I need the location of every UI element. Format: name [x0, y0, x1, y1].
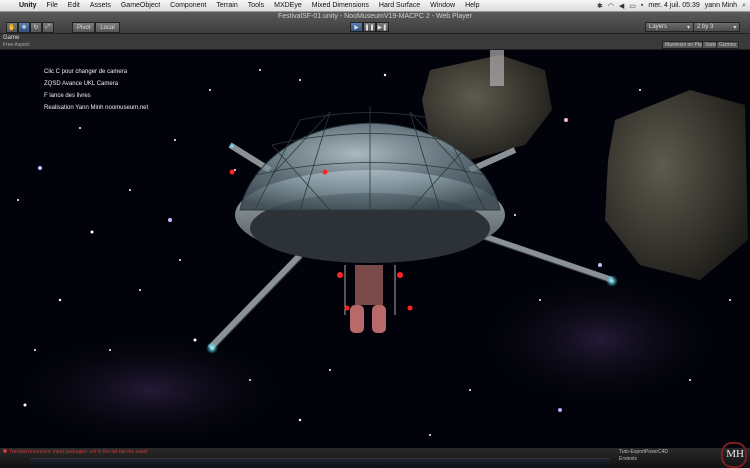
chevron-down-icon: ▾	[733, 24, 737, 31]
game-view[interactable]: Clic C pour changer de camera ZQSD Avanc…	[0, 50, 750, 448]
menu-file[interactable]: File	[42, 2, 63, 9]
menu-mxdeye[interactable]: MXDEye	[269, 2, 307, 9]
console-error[interactable]: Tracked resources: input packages: not i…	[3, 449, 148, 455]
menu-assets[interactable]: Assets	[85, 2, 116, 9]
desktop-file[interactable]: Erxtexts	[619, 456, 668, 463]
game-view-header: Game Free Aspect Maximize on Play Stats …	[0, 34, 750, 50]
hud-line: F lance des livres	[44, 93, 91, 99]
menu-tools[interactable]: Tools	[243, 2, 269, 9]
spotlight-icon[interactable]: ⌕	[742, 2, 746, 10]
mac-menu-bar: Unity File Edit Assets GameObject Compon…	[0, 0, 750, 12]
menu-help[interactable]: Help	[460, 2, 484, 9]
pause-icon[interactable]: ❚❚	[363, 22, 376, 32]
unity-toolbar: FestivalSF-01.unity - NooMuseumV19-MACPC…	[0, 12, 750, 34]
hud-line: Realisation Yann Minh noomuseum.net	[44, 105, 149, 111]
layers-label: Layers	[649, 24, 668, 30]
beacon-light	[229, 169, 235, 175]
nebula	[0, 330, 300, 448]
hud-line: Clic C pour changer de camera	[44, 69, 128, 75]
beacon-light	[322, 169, 328, 175]
dock[interactable]	[30, 458, 610, 467]
local-button[interactable]: Local	[95, 22, 120, 33]
menu-unity[interactable]: Unity	[14, 2, 42, 9]
aspect-dropdown[interactable]: Free Aspect	[3, 42, 30, 48]
menu-terrain[interactable]: Terrain	[211, 2, 242, 9]
flag-icon[interactable]: ▪	[641, 2, 643, 9]
pivot-toggles: Pivot Local	[72, 22, 120, 33]
layout-label: 2 by 3	[697, 24, 714, 30]
menu-edit[interactable]: Edit	[63, 2, 85, 9]
error-message: Tracked resources: input packages: not i…	[9, 449, 148, 455]
step-icon[interactable]: ▶❚	[376, 22, 389, 32]
user-name[interactable]: yann Minh	[705, 2, 737, 9]
menu-gameobject[interactable]: GameObject	[116, 2, 165, 9]
layers-dropdown[interactable]: Layers ▾	[645, 22, 695, 32]
error-icon	[3, 449, 7, 453]
menu-mixed-dimensions[interactable]: Mixed Dimensions	[307, 2, 374, 9]
menu-hard-surface[interactable]: Hard Surface	[374, 2, 425, 9]
battery-icon[interactable]: ▭	[629, 2, 636, 10]
transform-tools: ✋ ✚ ↻ ⤢	[6, 22, 54, 33]
volume-icon[interactable]: ◀	[619, 2, 624, 10]
desktop-files: Tuto-ExportPoserC4D Erxtexts	[619, 449, 668, 463]
scale-tool-icon[interactable]: ⤢	[42, 22, 54, 33]
tab-game[interactable]: Game	[3, 35, 19, 41]
chevron-down-icon: ▾	[687, 24, 691, 31]
menu-window[interactable]: Window	[425, 2, 460, 9]
menu-component[interactable]: Component	[165, 2, 211, 9]
rotate-tool-icon[interactable]: ↻	[30, 22, 42, 33]
gizmos-dropdown[interactable]: Gizmos	[716, 41, 739, 49]
tower	[490, 50, 504, 86]
status-bar: Tracked resources: input packages: not i…	[0, 442, 750, 468]
arm-light	[206, 342, 218, 354]
move-tool-icon[interactable]: ✚	[18, 22, 30, 33]
noomuseum-icon	[721, 442, 747, 468]
play-icon[interactable]: ▶	[350, 22, 363, 32]
wifi-icon[interactable]: ◠	[608, 2, 614, 10]
maximize-on-play-toggle[interactable]: Maximize on Play	[662, 41, 708, 49]
hand-tool-icon[interactable]: ✋	[6, 22, 18, 33]
arm-light	[229, 143, 235, 149]
desktop-file[interactable]: Tuto-ExportPoserC4D	[619, 449, 668, 456]
playback-controls: ▶ ❚❚ ▶❚	[350, 22, 389, 32]
hud-line: ZQSD Avance UKL Camera	[44, 81, 119, 87]
arm-light	[606, 275, 618, 287]
layout-dropdown[interactable]: 2 by 3 ▾	[693, 22, 741, 32]
nebula	[470, 270, 730, 410]
menu-extras: ✱ ◠ ◀ ▭ ▪ mer. 4 juil. 05:39 yann Minh ⌕	[597, 2, 750, 10]
pivot-button[interactable]: Pivot	[72, 22, 96, 33]
bluetooth-icon[interactable]: ✱	[597, 2, 603, 10]
clock[interactable]: mer. 4 juil. 05:39	[648, 2, 699, 9]
mh-logo: MH	[721, 442, 747, 468]
window-title: FestivalSF-01.unity - NooMuseumV19-MACPC…	[278, 13, 472, 20]
